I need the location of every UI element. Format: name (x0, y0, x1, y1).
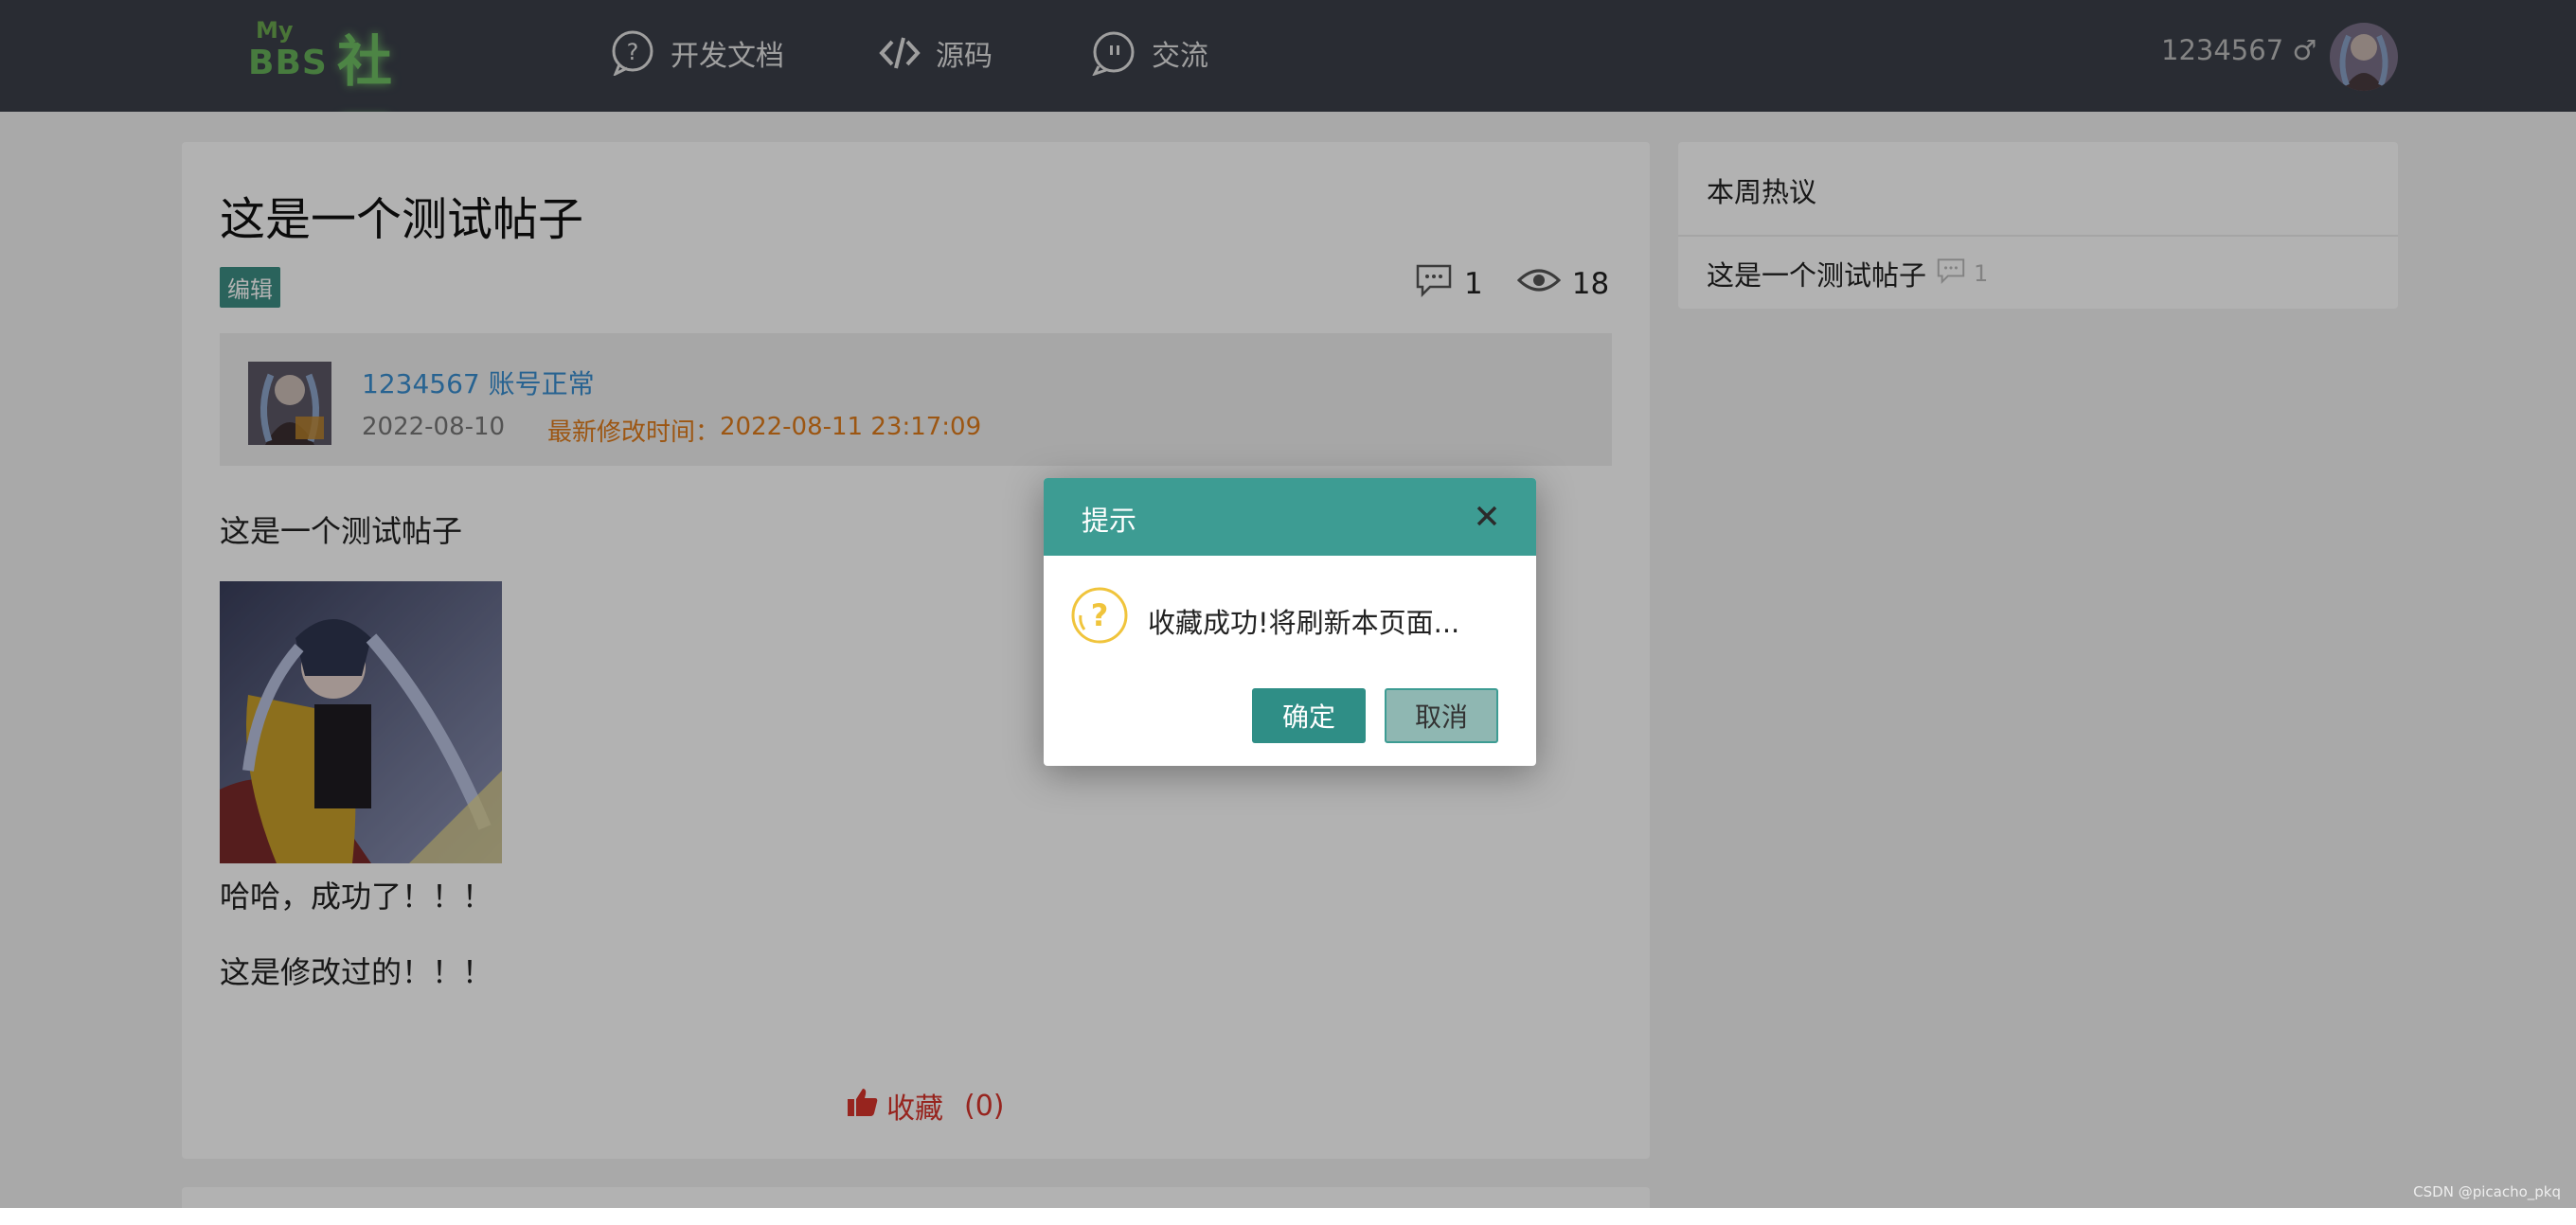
close-icon[interactable] (1470, 499, 1504, 533)
dialog-message: 收藏成功!将刷新本页面... (1148, 607, 1460, 639)
confirm-button[interactable]: 确定 (1252, 688, 1366, 743)
alert-dialog: 提示 ? 收藏成功!将刷新本页面... 确定 取消 (1044, 478, 1536, 766)
cancel-button[interactable]: 取消 (1385, 688, 1498, 743)
dialog-header: 提示 (1044, 478, 1536, 556)
watermark-text: CSDN @picacho_pkq (2413, 1183, 2561, 1200)
dialog-title: 提示 (1082, 505, 1137, 537)
question-icon: ? (1070, 586, 1129, 645)
svg-text:?: ? (1091, 597, 1109, 633)
